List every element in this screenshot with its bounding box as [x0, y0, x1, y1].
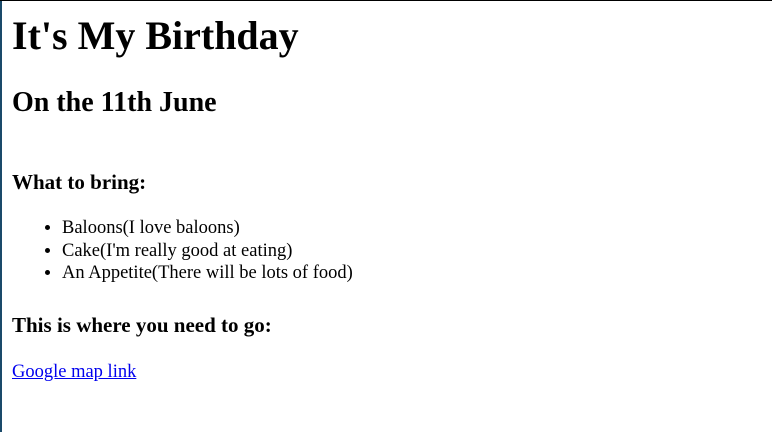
- bring-list: Baloons(I love baloons) Cake(I'm really …: [0, 217, 353, 285]
- list-item: An Appetite(There will be lots of food): [62, 262, 353, 285]
- page-title: It's My Birthday: [12, 13, 299, 58]
- date-heading: On the 11th June: [12, 87, 217, 118]
- list-item: Cake(I'm really good at eating): [62, 240, 353, 263]
- google-map-link[interactable]: Google map link: [12, 361, 136, 383]
- list-item: Baloons(I love baloons): [62, 217, 353, 240]
- bring-heading: What to bring:: [12, 170, 147, 194]
- location-heading: This is where you need to go:: [12, 313, 272, 337]
